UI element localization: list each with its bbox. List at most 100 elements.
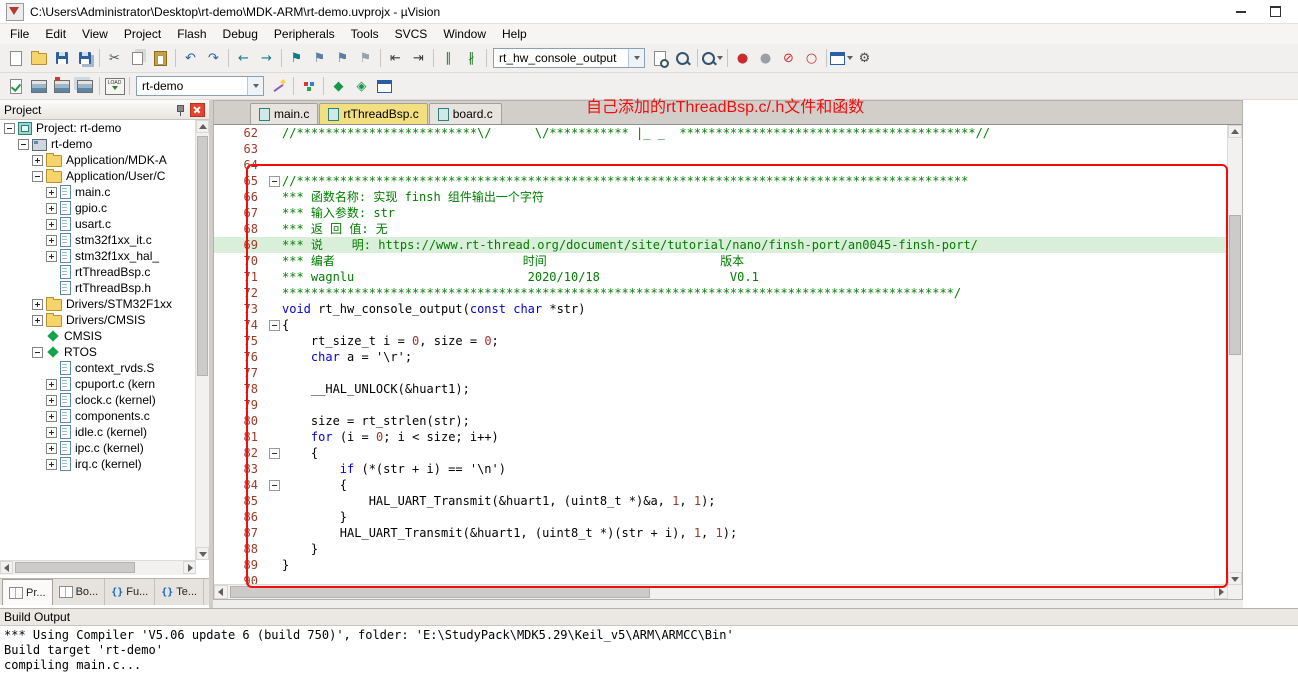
line-number[interactable]: 81 xyxy=(214,429,266,445)
code-line[interactable]: 86 } xyxy=(214,509,1228,525)
configure-button[interactable]: ⚙ xyxy=(853,47,876,69)
open-file-button[interactable] xyxy=(27,47,50,69)
menu-tools[interactable]: Tools xyxy=(343,25,387,43)
tree-item[interactable]: Application/MDK-A xyxy=(0,152,196,168)
code-line[interactable]: 89} xyxy=(214,557,1228,573)
expand-icon[interactable] xyxy=(32,154,43,166)
fold-collapse-icon[interactable] xyxy=(268,175,280,187)
code-line[interactable]: 74 { xyxy=(214,317,1228,333)
tree-item[interactable]: RTOS xyxy=(0,344,196,360)
expand-icon[interactable] xyxy=(46,218,57,230)
find-button[interactable] xyxy=(671,47,694,69)
tab-main.c[interactable]: main.c xyxy=(250,103,319,124)
expand-icon[interactable] xyxy=(46,250,57,262)
code-line[interactable]: 88 } xyxy=(214,541,1228,557)
scroll-right-button[interactable] xyxy=(183,561,196,574)
tree-item[interactable]: rtThreadBsp.h xyxy=(0,280,196,296)
search-scope-button[interactable] xyxy=(701,47,724,69)
menu-view[interactable]: View xyxy=(74,25,116,43)
code-line[interactable]: 67 *** 输入参数: str xyxy=(214,205,1228,221)
menu-project[interactable]: Project xyxy=(116,25,169,43)
line-number[interactable]: 76 xyxy=(214,349,266,365)
menu-help[interactable]: Help xyxy=(494,25,535,43)
menu-debug[interactable]: Debug xyxy=(215,25,266,43)
scrollbar-thumb[interactable] xyxy=(230,586,650,598)
bookmark-clear-all-button[interactable]: ⚑ xyxy=(354,47,377,69)
editor-vertical-scrollbar[interactable] xyxy=(1227,125,1242,585)
tree-item[interactable]: irq.c (kernel) xyxy=(0,456,196,472)
scroll-left-button[interactable] xyxy=(214,585,228,599)
tree-item[interactable]: usart.c xyxy=(0,216,196,232)
line-number[interactable]: 71 xyxy=(214,269,266,285)
debug-windows-button[interactable] xyxy=(830,47,853,69)
line-number[interactable]: 73 xyxy=(214,301,266,317)
bookmark-prev-button[interactable]: ⚑ xyxy=(308,47,331,69)
line-number[interactable]: 70 xyxy=(214,253,266,269)
expand-icon[interactable] xyxy=(46,394,57,406)
scrollbar-thumb[interactable] xyxy=(1229,215,1241,355)
options-for-target-button[interactable] xyxy=(267,75,290,97)
line-number[interactable]: 66 xyxy=(214,189,266,205)
tree-item[interactable]: main.c xyxy=(0,184,196,200)
line-number[interactable]: 82 xyxy=(214,445,266,461)
build-output-content[interactable]: *** Using Compiler 'V5.06 update 6 (buil… xyxy=(0,626,1298,676)
expand-icon[interactable] xyxy=(32,298,43,310)
tree-item[interactable]: components.c xyxy=(0,408,196,424)
kill-all-breakpoints-button[interactable]: ⊘ xyxy=(777,47,800,69)
expand-icon[interactable] xyxy=(32,314,43,326)
tree-item[interactable]: ipc.c (kernel) xyxy=(0,440,196,456)
menu-window[interactable]: Window xyxy=(435,25,494,43)
expand-icon[interactable] xyxy=(46,442,57,454)
find-in-files-button[interactable] xyxy=(648,47,671,69)
maximize-button[interactable] xyxy=(1258,1,1292,23)
code-line[interactable]: 62 //*************************\/ \/******… xyxy=(214,125,1228,141)
fold-collapse-icon[interactable] xyxy=(268,319,280,331)
redo-button[interactable]: ↷ xyxy=(202,47,225,69)
build-button[interactable] xyxy=(27,75,50,97)
menu-svcs[interactable]: SVCS xyxy=(387,25,436,43)
manage-rte-button[interactable]: ◆ xyxy=(327,75,350,97)
editor-horizontal-scrollbar[interactable] xyxy=(214,584,1228,599)
collapse-icon[interactable] xyxy=(18,138,29,150)
enable-all-breakpoints-button[interactable]: ○ xyxy=(800,47,823,69)
tree-item[interactable]: Drivers/STM32F1xx xyxy=(0,296,196,312)
tree-item[interactable]: context_rvds.S xyxy=(0,360,196,376)
menu-edit[interactable]: Edit xyxy=(37,25,74,43)
line-number[interactable]: 67 xyxy=(214,205,266,221)
code-line[interactable]: 77 xyxy=(214,365,1228,381)
collapse-icon[interactable] xyxy=(4,122,15,134)
panel-tab-books[interactable]: Bo... xyxy=(53,579,106,605)
bookmark-toggle-button[interactable]: ⚑ xyxy=(285,47,308,69)
code-line[interactable]: 75 rt_size_t i = 0, size = 0; xyxy=(214,333,1228,349)
tree-item[interactable]: idle.c (kernel) xyxy=(0,424,196,440)
translate-button[interactable] xyxy=(4,75,27,97)
scroll-up-button[interactable] xyxy=(196,120,209,133)
expand-icon[interactable] xyxy=(46,378,57,390)
tree-item[interactable]: stm32f1xx_it.c xyxy=(0,232,196,248)
rebuild-button[interactable] xyxy=(50,75,73,97)
line-number[interactable]: 69 xyxy=(214,237,266,253)
save-button[interactable] xyxy=(50,47,73,69)
expand-icon[interactable] xyxy=(46,458,57,470)
code-line[interactable]: 87 HAL_UART_Transmit(&huart1, (uint8_t *… xyxy=(214,525,1228,541)
line-number[interactable]: 89 xyxy=(214,557,266,573)
disable-breakpoint-button[interactable]: ● xyxy=(754,47,777,69)
save-all-button[interactable] xyxy=(73,47,96,69)
line-number[interactable]: 79 xyxy=(214,397,266,413)
function-navigator-combo[interactable]: rt_hw_console_output xyxy=(493,48,645,68)
menu-peripherals[interactable]: Peripherals xyxy=(266,25,343,43)
pin-icon[interactable] xyxy=(174,104,186,116)
fold-collapse-icon[interactable] xyxy=(268,447,280,459)
line-number[interactable]: 78 xyxy=(214,381,266,397)
expand-icon[interactable] xyxy=(46,234,57,246)
tree-item[interactable]: CMSIS xyxy=(0,328,196,344)
line-number[interactable]: 68 xyxy=(214,221,266,237)
chevron-down-icon[interactable] xyxy=(628,49,644,67)
paste-button[interactable] xyxy=(149,47,172,69)
code-editor[interactable]: 62 //*************************\/ \/******… xyxy=(214,125,1228,585)
panel-tab-templates[interactable]: {} Te... xyxy=(155,579,205,605)
fold-collapse-icon[interactable] xyxy=(268,479,280,491)
pack-installer-button[interactable]: ◈ xyxy=(350,75,373,97)
code-line[interactable]: 73 void rt_hw_console_output(const char *… xyxy=(214,301,1228,317)
tree-item[interactable]: cpuport.c (kern xyxy=(0,376,196,392)
